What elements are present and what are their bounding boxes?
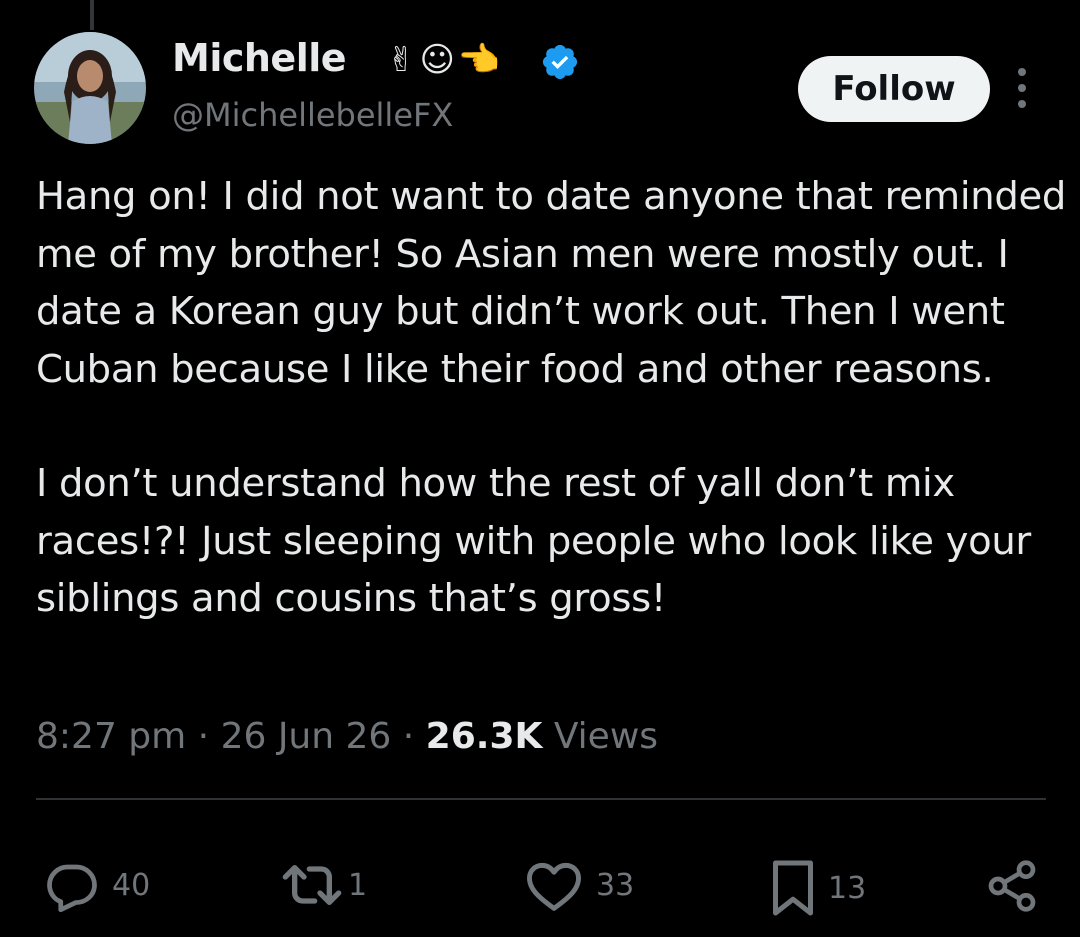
thread-connector-line [90, 0, 94, 30]
bookmark-icon [773, 860, 813, 916]
more-dot [1018, 68, 1026, 76]
reply-count: 40 [112, 867, 151, 903]
follow-button[interactable]: Follow [798, 56, 990, 122]
heart-icon [526, 862, 581, 911]
share-button[interactable] [984, 858, 1040, 914]
bookmark-count: 13 [828, 870, 867, 906]
repost-button[interactable]: 1 [280, 858, 367, 912]
bookmark-button[interactable]: 13 [770, 858, 866, 918]
meta-separator: · [186, 716, 221, 757]
display-name[interactable]: Michelle [172, 36, 347, 80]
like-count: 33 [596, 867, 635, 903]
repost-count: 1 [348, 867, 368, 903]
verified-badge-icon[interactable] [540, 42, 580, 82]
tweet-paragraph: Hang on! I did not want to date anyone t… [36, 174, 1067, 392]
more-dot [1018, 100, 1026, 108]
reply-icon [47, 864, 97, 912]
pointing-hand-emoji: 👉 [458, 40, 502, 80]
views-label: Views [542, 716, 659, 757]
like-button[interactable]: 33 [524, 858, 634, 912]
repost-icon [282, 865, 342, 905]
victory-hand-emoji: ✌ [387, 40, 416, 80]
divider [36, 798, 1046, 800]
tweet-meta: 8:27 pm · 26 Jun 26 · 26.3K Views [36, 716, 658, 757]
tweet-date[interactable]: 26 Jun 26 [221, 716, 392, 757]
views-count[interactable]: 26.3K [426, 716, 543, 757]
more-dot [1018, 84, 1026, 92]
more-options-icon[interactable] [1014, 68, 1030, 108]
smiling-face-emoji: ☺ [419, 40, 455, 80]
share-icon [988, 860, 1036, 912]
tweet-text: Hang on! I did not want to date anyone t… [36, 168, 1066, 628]
avatar[interactable] [34, 32, 146, 144]
meta-separator: · [391, 716, 426, 757]
tweet-time[interactable]: 8:27 pm [36, 716, 186, 757]
tweet-paragraph: I don’t understand how the rest of yall … [36, 461, 1031, 621]
user-handle[interactable]: @MichellebelleFX [172, 96, 453, 134]
reply-button[interactable]: 40 [44, 858, 150, 912]
name-emojis: ✌ ☺ 👉 [387, 38, 501, 82]
